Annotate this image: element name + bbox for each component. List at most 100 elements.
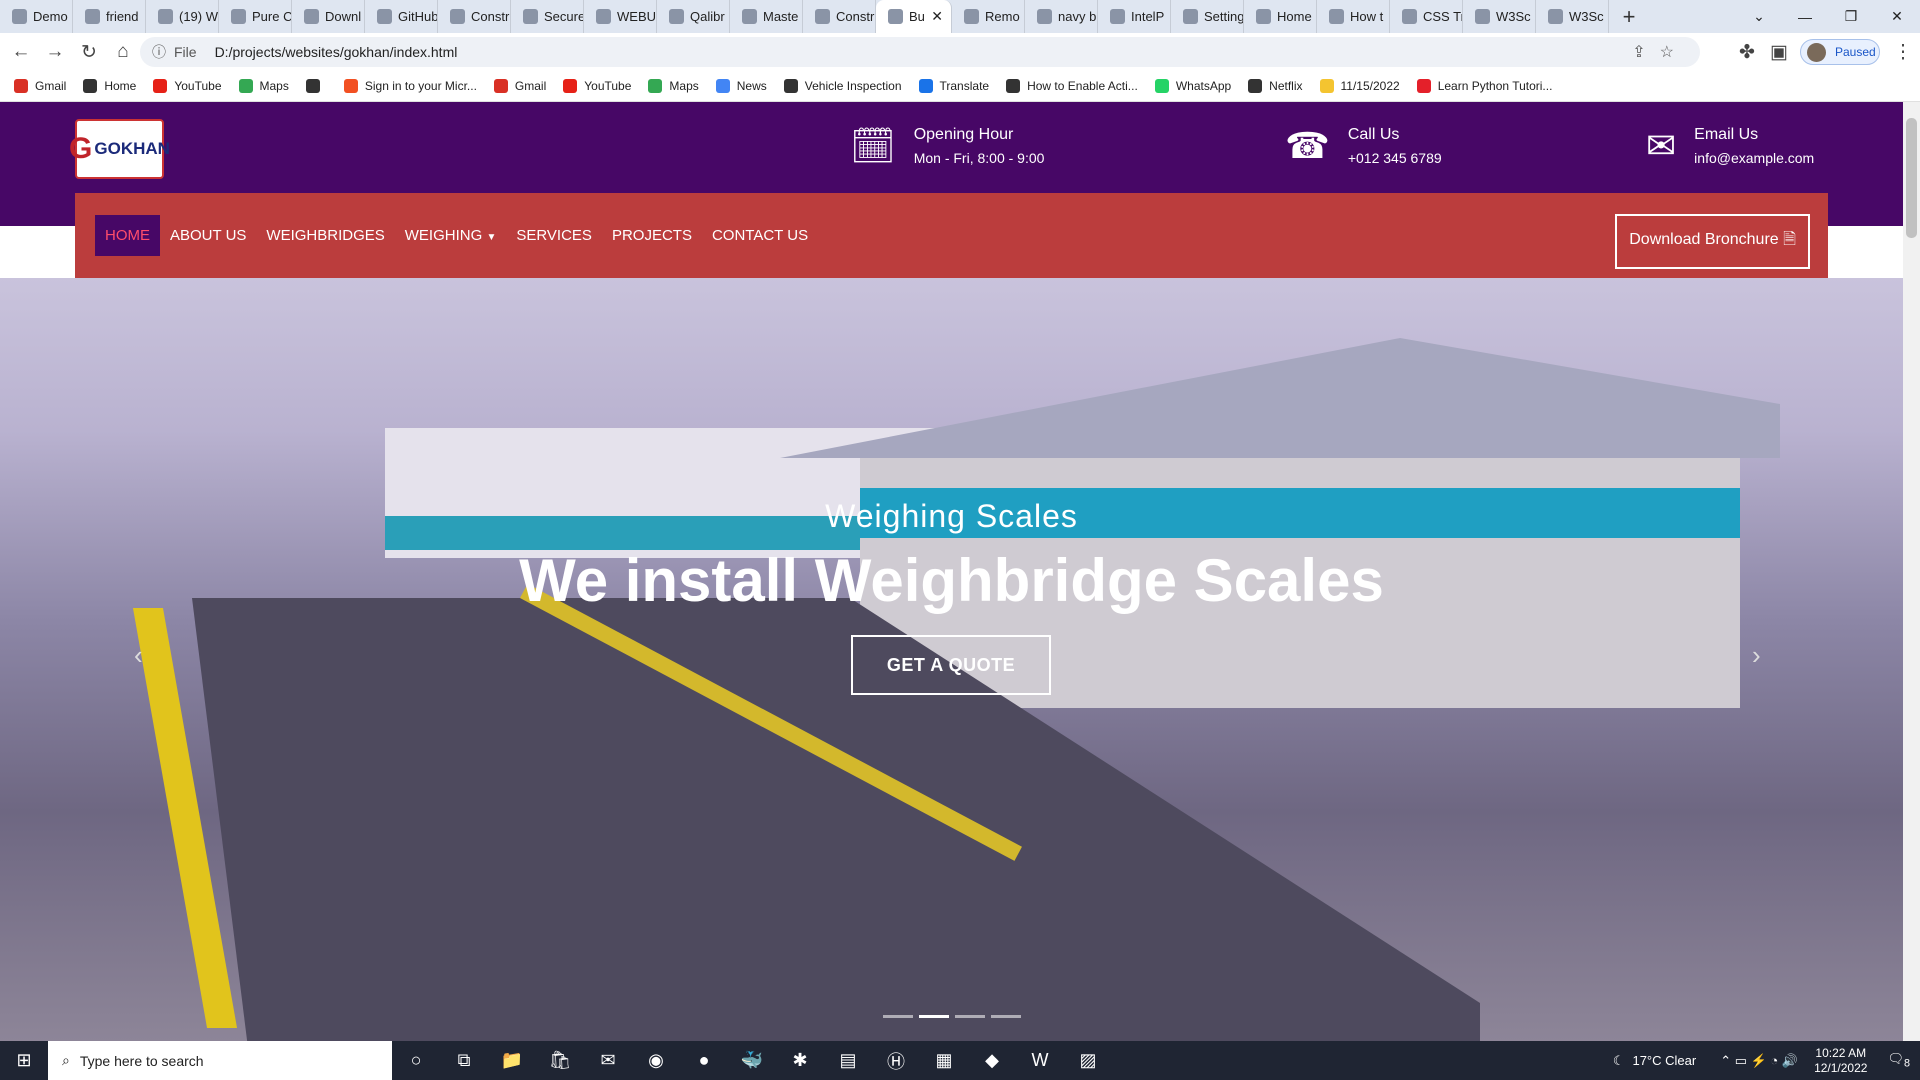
reload-icon[interactable]: ↻ bbox=[72, 35, 106, 69]
browser-tab[interactable]: GitHub bbox=[365, 0, 438, 33]
hs-icon[interactable]: Ⓗ bbox=[872, 1041, 920, 1080]
bookmark-item[interactable]: News bbox=[715, 79, 767, 93]
bookmark-item[interactable]: Home bbox=[83, 79, 136, 93]
notifications-icon[interactable]: 🗨8 bbox=[1887, 1051, 1910, 1070]
browser-tab[interactable]: Setting bbox=[1171, 0, 1244, 33]
browser-tab[interactable]: navy b bbox=[1025, 0, 1098, 33]
home-icon[interactable]: ⌂ bbox=[106, 35, 140, 69]
github-icon[interactable]: ● bbox=[680, 1041, 728, 1080]
slack-icon[interactable]: ✱ bbox=[776, 1041, 824, 1080]
scrollbar[interactable] bbox=[1903, 102, 1920, 1041]
share-star-icons[interactable]: ⇪☆ bbox=[1632, 42, 1688, 62]
browser-tab[interactable]: Secure bbox=[511, 0, 584, 33]
bookmark-item[interactable]: Maps bbox=[648, 79, 699, 93]
nav-item[interactable]: WEIGHING ▼ bbox=[395, 215, 507, 256]
next-slide-icon[interactable]: › bbox=[1752, 640, 1761, 671]
app-icon[interactable]: ▤ bbox=[824, 1041, 872, 1080]
browser-tab[interactable]: Constr bbox=[803, 0, 876, 33]
browser-tab[interactable]: Home bbox=[1244, 0, 1317, 33]
carousel-dot[interactable] bbox=[919, 1015, 949, 1018]
bookmark-item[interactable]: YouTube bbox=[563, 79, 631, 93]
bookmark-item[interactable]: Gmail bbox=[14, 79, 66, 93]
task-view-icon[interactable]: ⧉ bbox=[440, 1041, 488, 1080]
browser-tab[interactable]: friend bbox=[73, 0, 146, 33]
bookmark-item[interactable]: Maps bbox=[238, 79, 289, 93]
back-icon[interactable]: ← bbox=[4, 35, 38, 69]
bookmark-item[interactable]: Vehicle Inspection bbox=[783, 79, 902, 93]
weather-text[interactable]: 17°C Clear bbox=[1632, 1053, 1696, 1068]
bookmark-item[interactable] bbox=[305, 79, 327, 93]
windows-start-icon[interactable]: ⊞ bbox=[0, 1041, 48, 1080]
bookmark-item[interactable]: How to Enable Acti... bbox=[1006, 79, 1138, 93]
file-icon: 🗎 bbox=[1783, 231, 1796, 248]
site-logo[interactable]: G GOKHAN bbox=[69, 119, 170, 179]
carousel-dot[interactable] bbox=[991, 1015, 1021, 1018]
browser-tab[interactable]: W3Sc bbox=[1463, 0, 1536, 33]
new-tab-icon[interactable]: + bbox=[1609, 4, 1649, 30]
tab-title: Remo bbox=[985, 9, 1020, 24]
cortana-icon[interactable]: ○ bbox=[392, 1041, 440, 1080]
store-icon[interactable]: 🛍 bbox=[536, 1041, 584, 1080]
clock[interactable]: 10:22 AM 12/1/2022 bbox=[1814, 1046, 1867, 1076]
vscode-icon[interactable]: ◆ bbox=[968, 1041, 1016, 1080]
photos-icon[interactable]: ▨ bbox=[1064, 1041, 1112, 1080]
browser-tab[interactable]: Downl bbox=[292, 0, 365, 33]
mail-app-icon[interactable]: ✉ bbox=[584, 1041, 632, 1080]
bookmark-item[interactable]: 11/15/2022 bbox=[1319, 79, 1400, 93]
prev-slide-icon[interactable]: ‹ bbox=[134, 640, 143, 671]
info-icon[interactable]: ⓘ bbox=[152, 42, 166, 62]
browser-tab[interactable]: Qalibr bbox=[657, 0, 730, 33]
bookmark-item[interactable]: Sign in to your Micr... bbox=[343, 79, 477, 93]
download-brochure-button[interactable]: Download Bronchure 🗎 bbox=[1615, 214, 1810, 269]
profile-button[interactable]: Paused bbox=[1800, 39, 1880, 65]
nav-item[interactable]: PROJECTS bbox=[602, 215, 702, 256]
address-bar[interactable]: ⓘ File D:/projects/websites/gokhan/index… bbox=[140, 37, 1700, 67]
browser-tab[interactable]: Demo bbox=[0, 0, 73, 33]
carousel-dot[interactable] bbox=[883, 1015, 913, 1018]
menu-icon[interactable]: ⋮ bbox=[1886, 35, 1920, 69]
browser-tab[interactable]: CSS Tr bbox=[1390, 0, 1463, 33]
browser-tab[interactable]: Maste bbox=[730, 0, 803, 33]
winrar-icon[interactable]: ▦ bbox=[920, 1041, 968, 1080]
tray-icons[interactable]: ⌃ ▭ ⚡ ◔ 🔊 bbox=[1720, 1053, 1798, 1069]
restore-icon[interactable]: ❐ bbox=[1828, 0, 1874, 33]
bookmark-item[interactable]: Learn Python Tutori... bbox=[1416, 79, 1552, 93]
nav-item[interactable]: CONTACT US bbox=[702, 215, 818, 256]
get-quote-button[interactable]: GET A QUOTE bbox=[851, 635, 1051, 695]
word-icon[interactable]: W bbox=[1016, 1041, 1064, 1080]
docker-icon[interactable]: 🐳 bbox=[728, 1041, 776, 1080]
tab-search-icon[interactable]: ⌄ bbox=[1736, 0, 1782, 33]
chrome-icon[interactable]: ◉ bbox=[632, 1041, 680, 1080]
minimize-icon[interactable]: — bbox=[1782, 0, 1828, 33]
browser-tab[interactable]: W3Sc bbox=[1536, 0, 1609, 33]
close-window-icon[interactable]: ✕ bbox=[1874, 0, 1920, 33]
close-tab-icon[interactable]: ✕ bbox=[931, 8, 943, 25]
nav-item[interactable]: SERVICES bbox=[506, 215, 602, 256]
bookmark-item[interactable]: YouTube bbox=[153, 79, 222, 93]
file-explorer-icon[interactable]: 📁 bbox=[488, 1041, 536, 1080]
bookmark-item[interactable]: Gmail bbox=[493, 79, 546, 93]
carousel-dot[interactable] bbox=[955, 1015, 985, 1018]
scroll-thumb[interactable] bbox=[1906, 118, 1917, 238]
nav-item[interactable]: HOME bbox=[95, 215, 160, 256]
taskbar-search[interactable]: ⌕ Type here to search bbox=[48, 1041, 392, 1080]
side-panel-icon[interactable]: ▣ bbox=[1762, 35, 1796, 69]
browser-tab[interactable]: Constr bbox=[438, 0, 511, 33]
browser-tab[interactable]: WEBU bbox=[584, 0, 657, 33]
browser-tab[interactable]: Remo bbox=[952, 0, 1025, 33]
bookmark-item[interactable]: WhatsApp bbox=[1154, 79, 1231, 93]
bookmark-item[interactable]: Netflix bbox=[1248, 79, 1303, 93]
browser-tab[interactable]: IntelP bbox=[1098, 0, 1171, 33]
hero-title: We install Weighbridge Scales bbox=[519, 547, 1384, 614]
nav-item[interactable]: WEIGHBRIDGES bbox=[256, 215, 394, 256]
forward-icon[interactable]: → bbox=[38, 35, 72, 69]
address-text[interactable]: D:/projects/websites/gokhan/index.html bbox=[215, 44, 458, 60]
bookmark-item[interactable]: Translate bbox=[918, 79, 989, 93]
browser-tab[interactable]: Bu ✕ bbox=[876, 0, 952, 33]
browser-tab[interactable]: Pure C bbox=[219, 0, 292, 33]
nav-item[interactable]: ABOUT US bbox=[160, 215, 256, 256]
browser-tab[interactable]: (19) W bbox=[146, 0, 219, 33]
browser-tab[interactable]: How t bbox=[1317, 0, 1390, 33]
bookmark-label: Vehicle Inspection bbox=[804, 79, 902, 93]
extensions-icon[interactable]: ✤ bbox=[1730, 35, 1764, 69]
